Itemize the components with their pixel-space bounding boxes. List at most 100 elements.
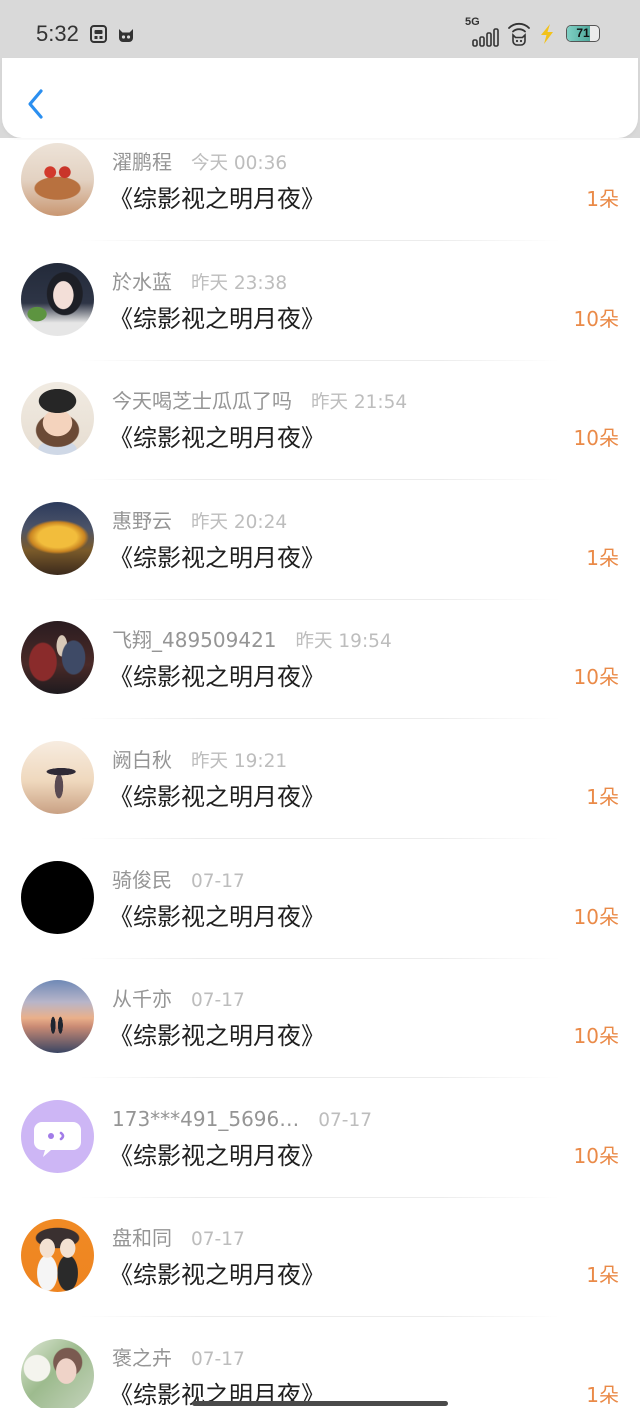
gift-amount: 10朵: [573, 1024, 619, 1049]
gift-amount: 10朵: [573, 426, 619, 451]
book-title: 《综影视之明月夜》: [109, 1141, 325, 1170]
battery-icon: 71: [566, 25, 600, 42]
user-name: 惠野云: [112, 508, 172, 533]
timestamp: 07-17: [191, 990, 245, 1012]
gift-amount: 1朵: [586, 784, 619, 809]
divider: [80, 957, 560, 959]
header-bar: [2, 58, 638, 138]
item-meta: 盘和同 07-17: [112, 1225, 245, 1251]
gift-amount: 1朵: [586, 1382, 619, 1407]
timestamp: 昨天 19:21: [191, 750, 288, 772]
avatar[interactable]: [21, 382, 94, 456]
gift-amount: 10朵: [573, 904, 619, 929]
avatar[interactable]: [21, 501, 94, 575]
avatar[interactable]: [21, 143, 94, 216]
gift-amount: 1朵: [586, 1263, 619, 1288]
book-title: 《综影视之明月夜》: [109, 902, 325, 931]
list-item[interactable]: 褒之卉 07-17 《综影视之明月夜》 1朵: [0, 1336, 640, 1408]
list-item[interactable]: 阙白秋 昨天 19:21 《综影视之明月夜》 1朵: [0, 738, 640, 858]
timestamp: 07-17: [191, 870, 245, 892]
list-item[interactable]: 从千亦 07-17 《综影视之明月夜》 10朵: [0, 977, 640, 1097]
chat-bubble-icon: [34, 1121, 81, 1157]
user-name: 今天喝芝士瓜瓜了吗: [112, 389, 292, 414]
book-title: 《综影视之明月夜》: [109, 663, 325, 692]
book-title: 《综影视之明月夜》: [109, 1261, 325, 1290]
gift-amount: 10朵: [573, 1143, 619, 1168]
list-item[interactable]: 盘和同 07-17 《综影视之明月夜》 1朵: [0, 1216, 640, 1336]
divider: [80, 1316, 560, 1318]
avatar[interactable]: [21, 1338, 94, 1408]
timestamp: 07-17: [191, 1348, 245, 1370]
avatar[interactable]: [21, 621, 94, 695]
cat-face-icon: [119, 29, 133, 42]
divider: [80, 240, 560, 241]
divider: [80, 479, 560, 481]
user-name: 阙白秋: [112, 747, 172, 772]
chevron-left-icon: [28, 89, 43, 119]
item-meta: 骑俊民 07-17: [112, 867, 245, 893]
book-title: 《综影视之明月夜》: [109, 304, 325, 333]
timestamp: 07-17: [318, 1109, 373, 1131]
avatar[interactable]: [21, 860, 94, 934]
item-meta: 惠野云 昨天 20:24: [112, 508, 287, 534]
user-name: 盘和同: [112, 1226, 172, 1251]
list-item[interactable]: 骑俊民 07-17 《综影视之明月夜》 10朵: [0, 858, 640, 978]
list-item[interactable]: 於水蓝 昨天 23:38 《综影视之明月夜》 10朵: [0, 260, 640, 380]
home-indicator: [192, 1401, 448, 1406]
user-name: 从千亦: [112, 987, 172, 1012]
book-title: 《综影视之明月夜》: [109, 1022, 325, 1051]
signal-icon: [472, 28, 499, 47]
avatar[interactable]: [21, 740, 94, 814]
user-name: 173***491_5696…: [112, 1106, 300, 1131]
divider: [80, 837, 560, 839]
list-item[interactable]: 173***491_5696… 07-17 《综影视之明月夜》 10朵: [0, 1097, 640, 1217]
gift-amount: 1朵: [586, 187, 619, 211]
divider: [80, 598, 560, 600]
avatar[interactable]: [21, 980, 94, 1054]
avatar[interactable]: [21, 262, 94, 336]
list-item[interactable]: 濯鹏程 今天 00:36 《综影视之明月夜》 1朵: [0, 140, 640, 260]
avatar[interactable]: [21, 1219, 94, 1293]
timestamp: 昨天 20:24: [191, 511, 288, 533]
user-name: 骑俊民: [112, 867, 172, 892]
list-item[interactable]: 今天喝芝士瓜瓜了吗 昨天 21:54 《综影视之明月夜》 10朵: [0, 379, 640, 499]
network-type-label: 5G: [465, 16, 480, 28]
battery-level: 71: [576, 26, 590, 40]
status-bar: 5:32 5G 71: [0, 0, 640, 58]
item-meta: 濯鹏程 今天 00:36: [112, 149, 287, 175]
back-button[interactable]: [14, 80, 58, 128]
status-time: 5:32: [36, 21, 79, 46]
timestamp: 今天 00:36: [191, 153, 288, 174]
wifi-icon: [508, 22, 530, 46]
item-meta: 阙白秋 昨天 19:21: [112, 747, 287, 773]
list-item[interactable]: 惠野云 昨天 20:24 《综影视之明月夜》 1朵: [0, 499, 640, 619]
item-meta: 173***491_5696… 07-17: [112, 1106, 372, 1132]
item-meta: 从千亦 07-17: [112, 986, 245, 1012]
book-title: 《综影视之明月夜》: [109, 543, 325, 572]
item-meta: 褒之卉 07-17: [112, 1345, 245, 1371]
timestamp: 昨天 21:54: [311, 392, 408, 414]
item-meta: 於水蓝 昨天 23:38: [112, 269, 287, 295]
book-title: 《综影视之明月夜》: [109, 185, 325, 213]
user-name: 飞翔_489509421: [112, 628, 277, 653]
sim-card-icon: [90, 25, 107, 43]
user-name: 於水蓝: [112, 269, 172, 294]
divider: [80, 1077, 560, 1079]
gift-record-list[interactable]: 濯鹏程 今天 00:36 《综影视之明月夜》 1朵 於水蓝 昨天 23:38 《综影…: [0, 140, 640, 1408]
avatar[interactable]: [21, 1099, 94, 1173]
book-title: 《综影视之明月夜》: [109, 424, 325, 453]
timestamp: 昨天 19:54: [295, 631, 392, 653]
user-name: 濯鹏程: [112, 150, 172, 174]
timestamp: 07-17: [191, 1229, 245, 1251]
divider: [80, 359, 560, 361]
gift-amount: 10朵: [573, 665, 619, 690]
lightning-icon: [541, 24, 553, 44]
divider: [80, 718, 560, 720]
item-meta: 今天喝芝士瓜瓜了吗 昨天 21:54: [112, 388, 407, 414]
timestamp: 昨天 23:38: [191, 272, 288, 294]
user-name: 褒之卉: [112, 1345, 172, 1370]
gift-amount: 10朵: [573, 306, 619, 331]
divider: [80, 1196, 560, 1198]
item-meta: 飞翔_489509421 昨天 19:54: [112, 627, 392, 653]
list-item[interactable]: 飞翔_489509421 昨天 19:54 《综影视之明月夜》 10朵: [0, 618, 640, 738]
